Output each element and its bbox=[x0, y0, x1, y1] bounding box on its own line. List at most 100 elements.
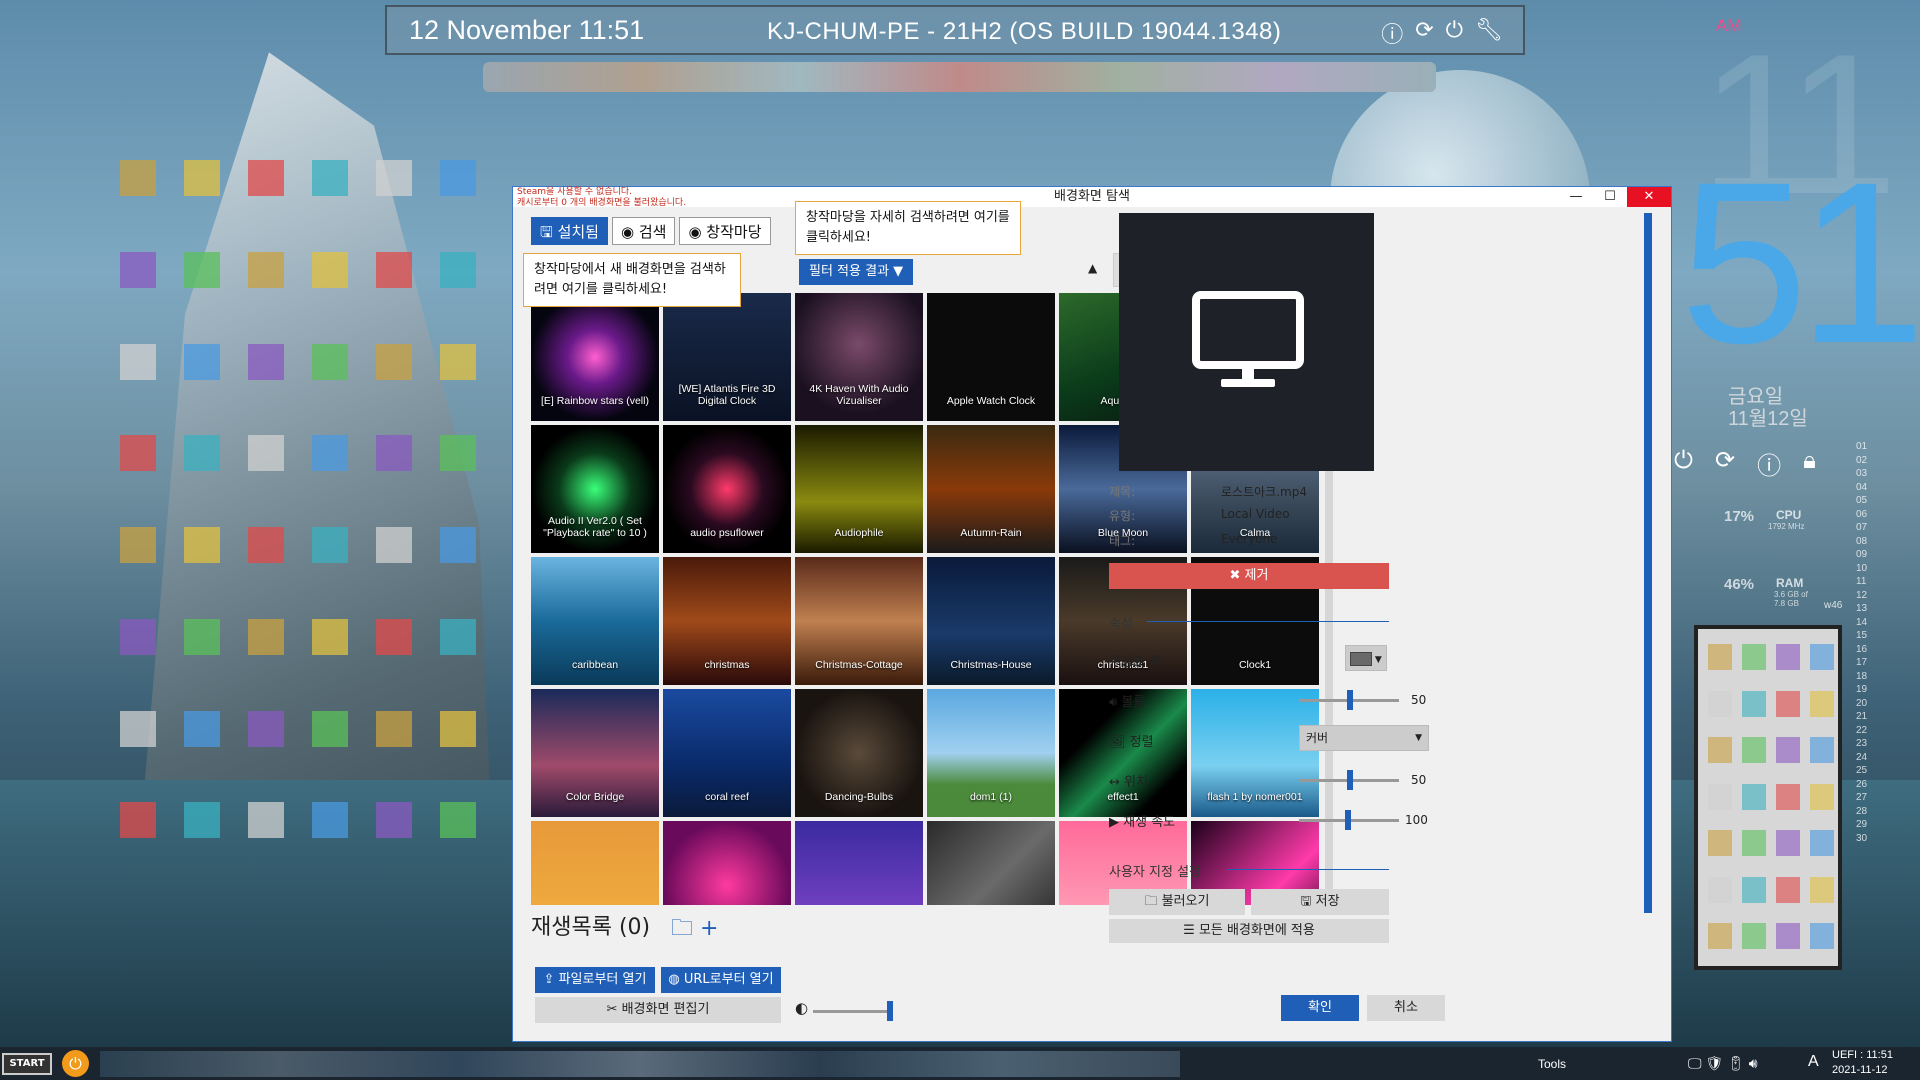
desktop-icon[interactable] bbox=[312, 802, 348, 839]
desktop-icon[interactable] bbox=[440, 527, 476, 563]
remove-button[interactable]: ✖ 제거 bbox=[1109, 563, 1389, 589]
cancel-button[interactable]: 취소 bbox=[1367, 995, 1445, 1021]
desktop-icon[interactable] bbox=[120, 710, 156, 747]
open-file-button[interactable]: ⇪ 파일로부터 열기 bbox=[535, 967, 655, 993]
open-url-button[interactable]: ◍ URL로부터 열기 bbox=[661, 967, 781, 993]
desktop-icon[interactable] bbox=[376, 435, 412, 472]
side-panel-icon[interactable] bbox=[1742, 690, 1766, 717]
taskbar-apps[interactable] bbox=[100, 1051, 1180, 1077]
wallpaper-thumbnail[interactable]: Audio II Ver2.0 ( Set "Playback rate" to… bbox=[531, 425, 659, 553]
tab-workshop[interactable]: ◉ 창작마당 bbox=[679, 217, 771, 245]
desktop-icon[interactable] bbox=[248, 710, 284, 747]
desktop-icon[interactable] bbox=[440, 435, 476, 472]
side-panel-grid[interactable] bbox=[1708, 644, 1834, 954]
wallpaper-thumbnail[interactable]: 4K Haven With Audio Vizualiser bbox=[795, 293, 923, 421]
power-icon[interactable]: ⏻ bbox=[1674, 446, 1693, 481]
side-panel-icon[interactable] bbox=[1708, 737, 1732, 764]
right-power-icons[interactable]: ⏻ ⟳ ⓘ 🔒︎ bbox=[1674, 446, 1816, 481]
minimize-button[interactable]: — bbox=[1559, 187, 1593, 207]
desktop-icon[interactable] bbox=[184, 802, 220, 839]
desktop-icon[interactable] bbox=[440, 343, 476, 380]
desktop-icon[interactable] bbox=[312, 618, 348, 655]
side-panel-icon[interactable] bbox=[1810, 737, 1834, 764]
wallpaper-thumbnail[interactable]: coral reef bbox=[663, 689, 791, 817]
editor-button[interactable]: ✂︎ 배경화면 편집기 bbox=[535, 997, 781, 1023]
scheme-color-picker[interactable]: ▼ bbox=[1345, 645, 1387, 671]
wallpaper-thumbnail[interactable] bbox=[927, 821, 1055, 905]
side-panel-icon[interactable] bbox=[1742, 923, 1766, 950]
desktop-icon[interactable] bbox=[184, 343, 220, 380]
side-panel-icon[interactable] bbox=[1810, 690, 1834, 717]
desktop-icon[interactable] bbox=[312, 435, 348, 472]
side-icon-panel[interactable] bbox=[1694, 625, 1842, 970]
desktop-icon[interactable] bbox=[248, 435, 284, 472]
side-panel-icon[interactable] bbox=[1776, 876, 1800, 903]
position-knob[interactable] bbox=[1347, 770, 1353, 790]
side-panel-icon[interactable] bbox=[1776, 830, 1800, 857]
apply-all-button[interactable]: ☰ 모든 배경화면에 적용 bbox=[1109, 919, 1389, 943]
info-icon[interactable]: ⓘ bbox=[1381, 17, 1403, 49]
desktop-icon[interactable] bbox=[120, 527, 156, 563]
desktop-icon[interactable] bbox=[376, 160, 412, 196]
power-icon[interactable]: ⏻ bbox=[62, 1050, 89, 1077]
desktop-icon[interactable] bbox=[120, 160, 156, 196]
volume-slider[interactable] bbox=[1299, 690, 1399, 710]
desktop-icon[interactable] bbox=[376, 527, 412, 563]
folder-icon[interactable]: 🗀︎ bbox=[671, 916, 693, 941]
wallpaper-thumbnail[interactable]: Christmas-Cottage bbox=[795, 557, 923, 685]
ime-indicator[interactable]: A bbox=[1808, 1053, 1819, 1071]
start-button[interactable]: START bbox=[2, 1053, 52, 1075]
load-button[interactable]: 🗀︎ 불러오기 bbox=[1109, 889, 1245, 915]
wallpaper-thumbnail[interactable]: Christmas-House bbox=[927, 557, 1055, 685]
wallpaper-thumbnail[interactable]: [WE] Atlantis Fire 3D Digital Clock bbox=[663, 293, 791, 421]
desktop-icon[interactable] bbox=[376, 802, 412, 839]
side-panel-icon[interactable] bbox=[1742, 876, 1766, 903]
lock-icon[interactable]: 🔒︎ bbox=[1803, 446, 1816, 481]
align-select[interactable]: 커버 ▼ bbox=[1299, 725, 1429, 751]
desktop-icon[interactable] bbox=[440, 251, 476, 288]
desktop-icon[interactable] bbox=[184, 251, 220, 288]
wallpaper-thumbnail[interactable]: Color Bridge bbox=[531, 689, 659, 817]
speed-slider[interactable] bbox=[1299, 810, 1399, 830]
side-panel-icon[interactable] bbox=[1776, 737, 1800, 764]
side-panel-icon[interactable] bbox=[1776, 690, 1800, 717]
side-panel-icon[interactable] bbox=[1708, 783, 1732, 810]
side-panel-icon[interactable] bbox=[1742, 783, 1766, 810]
side-panel-icon[interactable] bbox=[1776, 644, 1800, 670]
desktop-icon[interactable] bbox=[248, 618, 284, 655]
wallpaper-thumbnail[interactable]: Apple Watch Clock bbox=[927, 293, 1055, 421]
side-panel-icon[interactable] bbox=[1742, 830, 1766, 857]
desktop-icon[interactable] bbox=[440, 618, 476, 655]
wallpaper-thumbnail[interactable]: [E] Rainbow stars (vell) bbox=[531, 293, 659, 421]
brightness-slider[interactable] bbox=[813, 1001, 893, 1021]
desktop-icon[interactable] bbox=[184, 160, 220, 196]
side-panel-icon[interactable] bbox=[1810, 923, 1834, 950]
desktop-icon[interactable] bbox=[312, 710, 348, 747]
volume-knob[interactable] bbox=[1347, 690, 1353, 710]
brightness-knob[interactable] bbox=[887, 1001, 893, 1021]
wallpaper-thumbnail[interactable] bbox=[663, 821, 791, 905]
wallpaper-thumbnail[interactable] bbox=[795, 821, 923, 905]
tab-installed[interactable]: 🖫︎ 설치됨 bbox=[531, 217, 608, 245]
plus-icon[interactable]: + bbox=[700, 916, 718, 941]
ok-button[interactable]: 확인 bbox=[1281, 995, 1359, 1021]
side-panel-icon[interactable] bbox=[1708, 690, 1732, 717]
position-slider[interactable] bbox=[1299, 770, 1399, 790]
wallpaper-thumbnail[interactable]: audio psuflower bbox=[663, 425, 791, 553]
detail-scrollbar[interactable] bbox=[1644, 213, 1652, 913]
desktop-icon[interactable] bbox=[440, 160, 476, 196]
desktop-icon[interactable] bbox=[376, 618, 412, 655]
wallpaper-thumbnail[interactable]: dom1 (1) bbox=[927, 689, 1055, 817]
wallpaper-thumbnail[interactable]: caribbean bbox=[531, 557, 659, 685]
restart-icon[interactable]: ⟳ bbox=[1415, 17, 1433, 49]
desktop-icon[interactable] bbox=[120, 435, 156, 472]
blurred-quicklaunch[interactable] bbox=[483, 62, 1436, 92]
side-panel-icon[interactable] bbox=[1810, 783, 1834, 810]
desktop-icon[interactable] bbox=[248, 160, 284, 196]
tools-label[interactable]: Tools bbox=[1538, 1057, 1566, 1071]
desktop-icon[interactable] bbox=[440, 710, 476, 747]
speed-knob[interactable] bbox=[1345, 810, 1351, 830]
side-panel-icon[interactable] bbox=[1708, 644, 1732, 670]
desktop-icon[interactable] bbox=[376, 251, 412, 288]
wallpaper-thumbnail[interactable]: Audiophile bbox=[795, 425, 923, 553]
